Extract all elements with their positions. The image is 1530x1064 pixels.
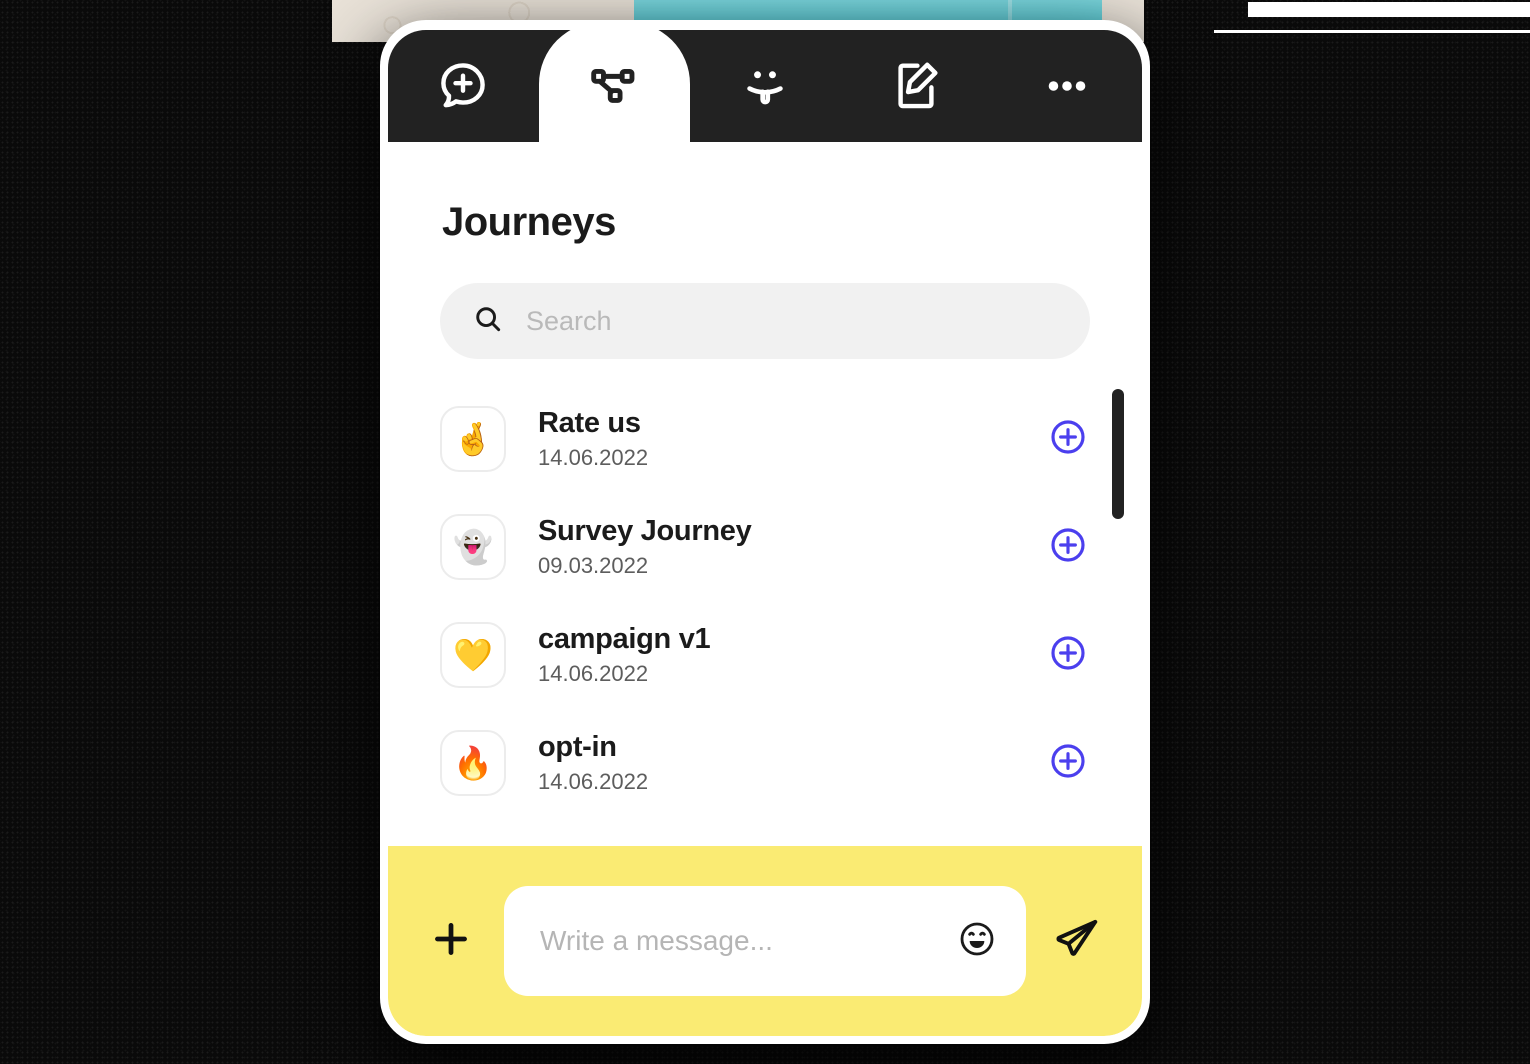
tab-more[interactable] xyxy=(991,30,1142,142)
journey-name: opt-in xyxy=(538,730,617,763)
send-message-button[interactable] xyxy=(1048,912,1106,970)
plus-circle-icon xyxy=(1048,417,1088,462)
more-dots-icon xyxy=(1039,58,1095,114)
sticker-face-icon xyxy=(737,58,793,114)
message-input-wrapper[interactable] xyxy=(504,886,1026,996)
crossed-fingers-emoji: 🤞 xyxy=(440,406,506,472)
plus-circle-icon xyxy=(1048,525,1088,570)
message-composer xyxy=(388,846,1142,1036)
fire-emoji: 🔥 xyxy=(440,730,506,796)
tab-bar xyxy=(388,30,1142,142)
journeys-list: 🤞 Rate us 14.06.2022 👻 Survey Journey 09… xyxy=(440,385,1124,817)
paper-plane-icon xyxy=(1051,913,1103,970)
plus-icon xyxy=(429,917,473,966)
journey-date: 14.06.2022 xyxy=(538,661,649,687)
search-bar[interactable] xyxy=(440,283,1090,359)
emoji-picker-button[interactable] xyxy=(956,920,998,962)
journeys-panel: Journeys 🤞 Rate us 14.06.20 xyxy=(388,142,1142,846)
background-strip-lower xyxy=(1214,30,1530,33)
journey-list-item[interactable]: 👻 Survey Journey 09.03.2022 xyxy=(440,493,1090,601)
add-journey-button[interactable] xyxy=(1046,741,1090,785)
journey-info: Survey Journey 09.03.2022 xyxy=(538,515,1046,579)
smiley-face-icon xyxy=(957,919,997,964)
journey-date: 09.03.2022 xyxy=(538,553,649,579)
search-icon xyxy=(472,303,504,340)
yellow-heart-emoji: 💛 xyxy=(440,622,506,688)
journey-name: campaign v1 xyxy=(538,622,711,655)
page-title: Journeys xyxy=(442,200,616,244)
message-input[interactable] xyxy=(538,924,956,958)
journey-info: Rate us 14.06.2022 xyxy=(538,407,1046,471)
add-journey-button[interactable] xyxy=(1046,525,1090,569)
plus-circle-icon xyxy=(1048,633,1088,678)
search-input[interactable] xyxy=(524,304,1058,338)
journey-date: 14.06.2022 xyxy=(538,769,649,795)
compose-icon xyxy=(888,58,944,114)
journey-name: Survey Journey xyxy=(538,514,752,547)
journey-name: Rate us xyxy=(538,406,641,439)
journey-date: 14.06.2022 xyxy=(538,445,649,471)
chat-plus-icon xyxy=(435,58,491,114)
ghost-emoji: 👻 xyxy=(440,514,506,580)
plus-circle-icon xyxy=(1048,741,1088,786)
background-strip-upper xyxy=(1248,2,1530,17)
tab-compose[interactable] xyxy=(840,30,991,142)
list-scrollbar[interactable] xyxy=(1112,389,1124,519)
journey-info: opt-in 14.06.2022 xyxy=(538,731,1046,795)
journey-list-item[interactable]: 🤞 Rate us 14.06.2022 xyxy=(440,385,1090,493)
journey-info: campaign v1 14.06.2022 xyxy=(538,623,1046,687)
attachment-add-button[interactable] xyxy=(424,914,478,968)
journey-list-item[interactable]: 🔥 opt-in 14.06.2022 xyxy=(440,709,1090,817)
tab-journeys[interactable] xyxy=(538,30,690,142)
journey-list-item[interactable]: 💛 campaign v1 14.06.2022 xyxy=(440,601,1090,709)
tab-stickers[interactable] xyxy=(690,30,841,142)
phone-screen: Journeys 🤞 Rate us 14.06.20 xyxy=(388,30,1142,1036)
add-journey-button[interactable] xyxy=(1046,417,1090,461)
phone-frame: Journeys 🤞 Rate us 14.06.20 xyxy=(380,20,1150,1044)
journeys-icon xyxy=(586,51,642,113)
add-journey-button[interactable] xyxy=(1046,633,1090,677)
tab-new-chat[interactable] xyxy=(388,30,539,142)
